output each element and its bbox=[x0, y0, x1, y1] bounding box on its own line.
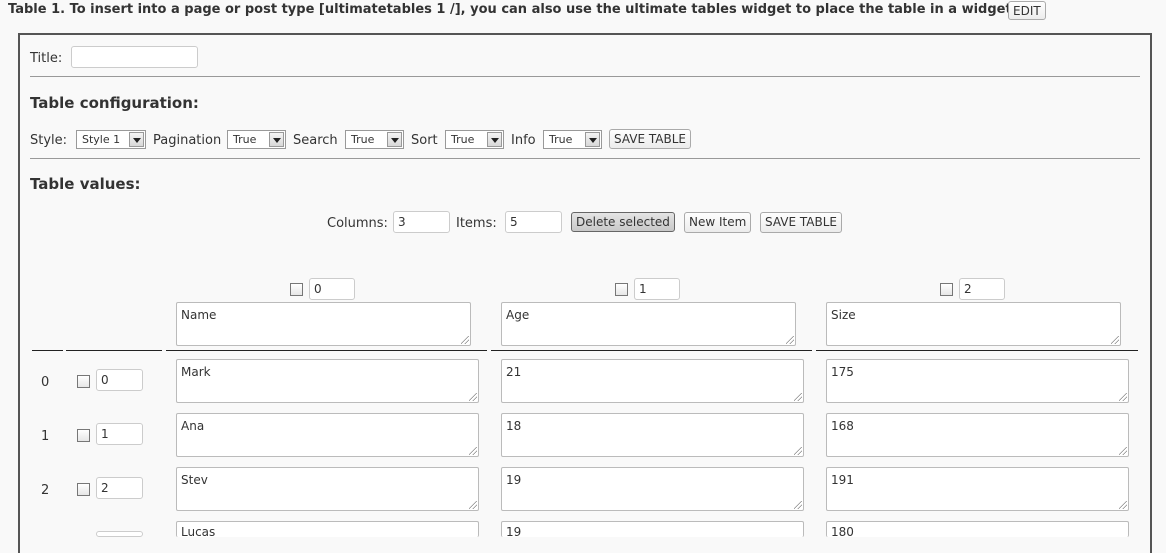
new-item-button[interactable]: New Item bbox=[684, 212, 752, 233]
delete-selected-button[interactable]: Delete selected bbox=[571, 212, 675, 232]
columns-input[interactable]: 3 bbox=[393, 211, 450, 233]
pagination-select[interactable]: True bbox=[227, 130, 286, 149]
resize-grip-icon bbox=[469, 393, 477, 401]
columns-label: Columns: bbox=[327, 216, 388, 231]
chevron-down-icon bbox=[487, 132, 502, 147]
info-select[interactable]: True bbox=[543, 130, 602, 149]
items-input[interactable]: 5 bbox=[505, 211, 562, 233]
cell-input[interactable]: 21 bbox=[501, 359, 804, 403]
resize-grip-icon bbox=[1111, 336, 1119, 344]
resize-grip-icon bbox=[1119, 501, 1127, 509]
items-label: Items: bbox=[456, 216, 497, 231]
resize-grip-icon bbox=[461, 336, 469, 344]
column-header-input[interactable]: Age bbox=[501, 302, 796, 346]
pagination-label: Pagination bbox=[153, 133, 222, 148]
table-values-heading: Table values: bbox=[30, 175, 141, 193]
column-select-checkbox[interactable] bbox=[290, 283, 303, 296]
column-header-input[interactable]: Name bbox=[176, 302, 471, 346]
cell-input[interactable]: Mark bbox=[176, 359, 479, 403]
title-input[interactable] bbox=[71, 46, 198, 68]
column-header-input[interactable]: Size bbox=[826, 302, 1121, 346]
info-label: Info bbox=[511, 133, 536, 148]
row-number: 0 bbox=[41, 375, 50, 390]
cell-input[interactable]: 180 bbox=[826, 521, 1129, 537]
divider bbox=[30, 76, 1140, 77]
title-label: Title: bbox=[30, 51, 63, 66]
cell-input[interactable]: 18 bbox=[501, 413, 804, 457]
row-select-checkbox[interactable] bbox=[77, 483, 90, 496]
save-table-button[interactable]: SAVE TABLE bbox=[760, 212, 842, 233]
style-select[interactable]: Style 1 bbox=[76, 130, 146, 149]
resize-grip-icon bbox=[786, 336, 794, 344]
chevron-down-icon bbox=[129, 132, 144, 147]
row-index-input[interactable]: 0 bbox=[96, 369, 143, 391]
resize-grip-icon bbox=[794, 393, 802, 401]
table-header-rule bbox=[166, 350, 487, 351]
row-index-input[interactable]: 2 bbox=[96, 477, 143, 499]
shortcode-text: Table 1. To insert into a page or post t… bbox=[8, 2, 1017, 17]
resize-grip-icon bbox=[469, 501, 477, 509]
cell-input[interactable]: Lucas bbox=[176, 521, 479, 537]
cell-input[interactable]: 19 bbox=[501, 467, 804, 511]
cell-input[interactable]: Ana bbox=[176, 413, 479, 457]
resize-grip-icon bbox=[794, 501, 802, 509]
table-configuration-heading: Table configuration: bbox=[30, 94, 199, 112]
sort-label: Sort bbox=[411, 133, 438, 148]
row-index-input[interactable]: 1 bbox=[96, 423, 143, 445]
column-index-input[interactable]: 0 bbox=[309, 278, 355, 300]
cell-input[interactable]: 19 bbox=[501, 521, 804, 537]
cell-input[interactable]: 191 bbox=[826, 467, 1129, 511]
table-header-rule bbox=[491, 350, 812, 351]
resize-grip-icon bbox=[794, 447, 802, 455]
style-select-value: Style 1 bbox=[82, 133, 121, 146]
resize-grip-icon bbox=[1119, 447, 1127, 455]
cell-input[interactable]: 175 bbox=[826, 359, 1129, 403]
row-select-checkbox[interactable] bbox=[77, 429, 90, 442]
row-number: 2 bbox=[41, 483, 50, 498]
row-number: 1 bbox=[41, 429, 50, 444]
resize-grip-icon bbox=[469, 447, 477, 455]
table-header-rule bbox=[32, 350, 63, 351]
edit-button[interactable]: EDIT bbox=[1008, 1, 1046, 20]
row-index-input[interactable] bbox=[96, 531, 143, 537]
style-label: Style: bbox=[30, 133, 68, 148]
search-select-value: True bbox=[351, 133, 375, 146]
cell-input[interactable]: Stev bbox=[176, 467, 479, 511]
table-header-rule bbox=[816, 350, 1138, 351]
cell-input[interactable]: 168 bbox=[826, 413, 1129, 457]
resize-grip-icon bbox=[1119, 393, 1127, 401]
column-select-checkbox[interactable] bbox=[940, 283, 953, 296]
row-select-checkbox[interactable] bbox=[77, 375, 90, 388]
chevron-down-icon bbox=[387, 132, 402, 147]
table-header-rule bbox=[66, 350, 162, 351]
column-index-input[interactable]: 2 bbox=[959, 278, 1005, 300]
pagination-select-value: True bbox=[233, 133, 257, 146]
sort-select[interactable]: True bbox=[445, 130, 504, 149]
table-shortcode-info: Table 1. To insert into a page or post t… bbox=[8, 2, 1017, 17]
save-table-button[interactable]: SAVE TABLE bbox=[609, 129, 691, 149]
search-select[interactable]: True bbox=[345, 130, 404, 149]
info-select-value: True bbox=[549, 133, 573, 146]
column-select-checkbox[interactable] bbox=[615, 283, 628, 296]
divider bbox=[30, 158, 1140, 159]
chevron-down-icon bbox=[585, 132, 600, 147]
search-label: Search bbox=[293, 133, 338, 148]
column-index-input[interactable]: 1 bbox=[634, 278, 680, 300]
chevron-down-icon bbox=[269, 132, 284, 147]
sort-select-value: True bbox=[451, 133, 475, 146]
